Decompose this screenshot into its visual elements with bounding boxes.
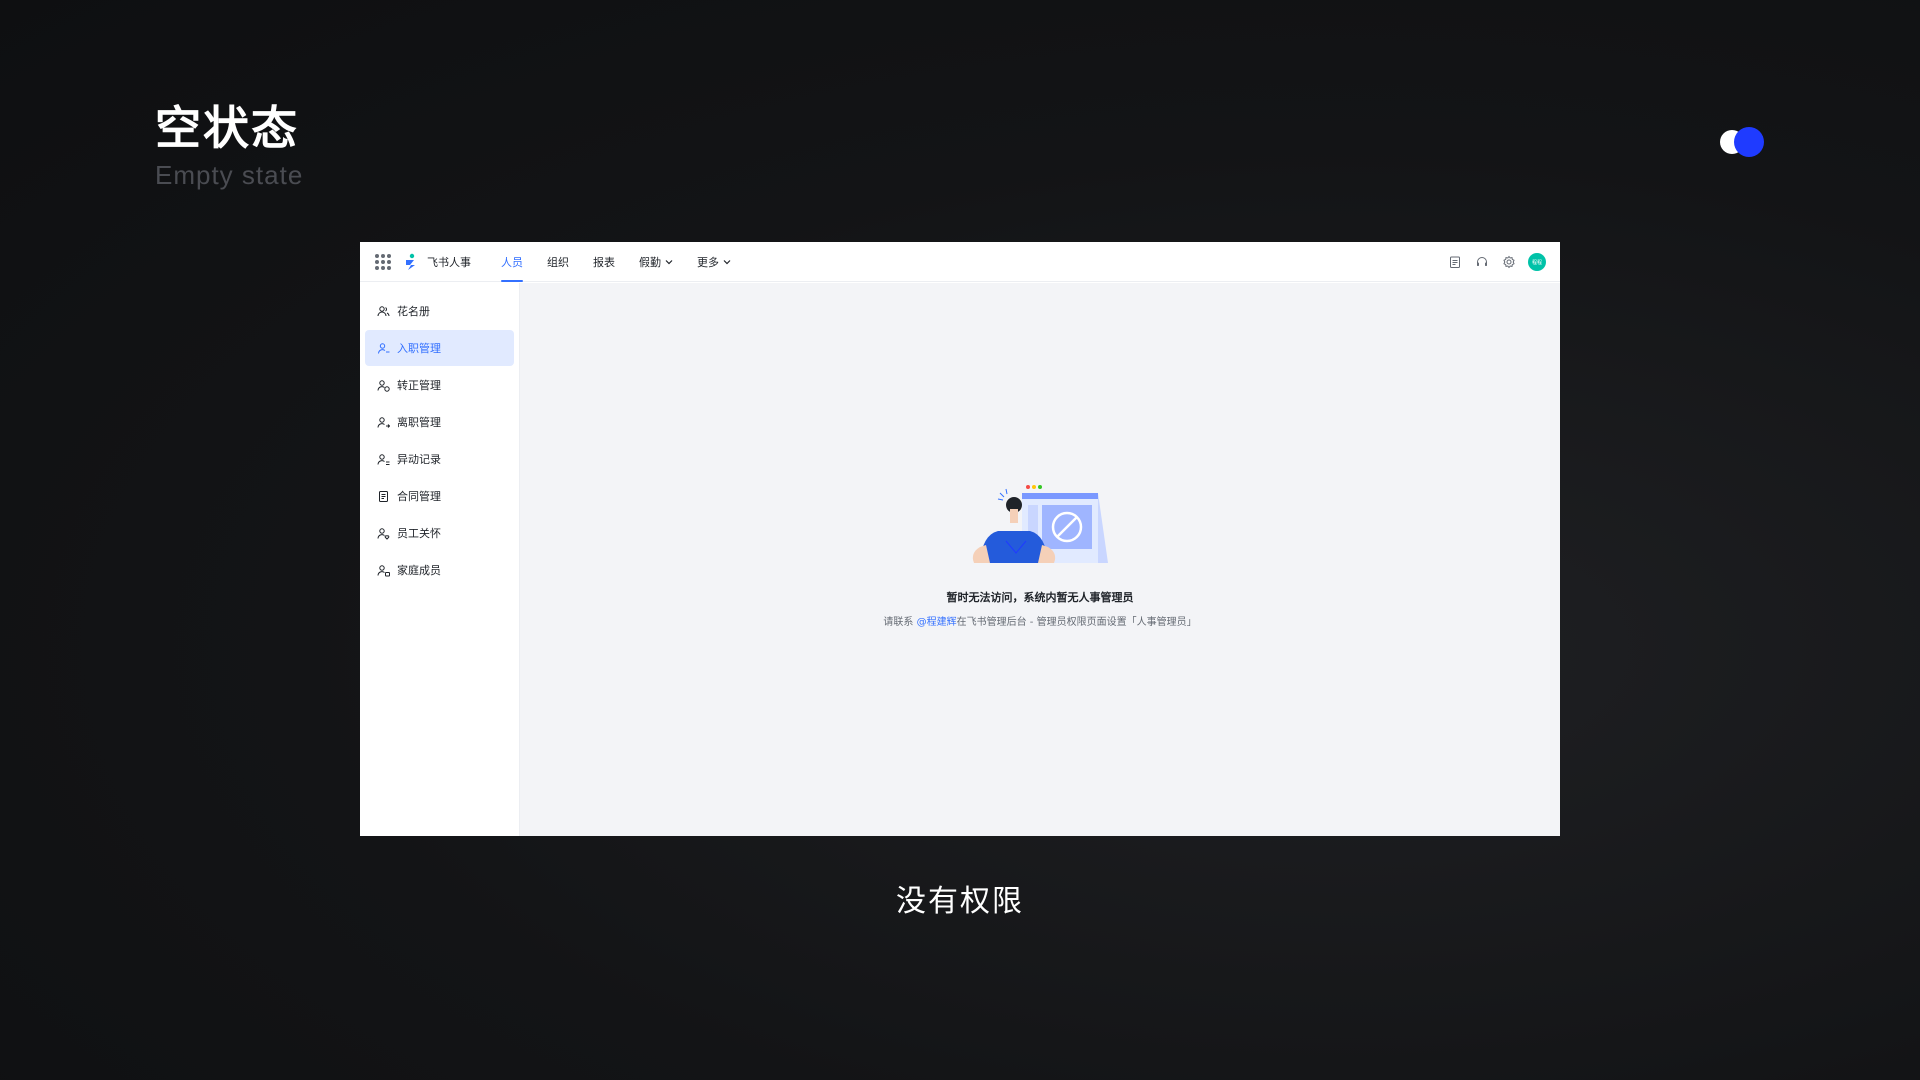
desc-suffix: 在飞书管理后台 - 管理员权限页面设置「人事管理员」: [956, 617, 1197, 628]
slide-subtitle: Empty state: [155, 160, 304, 190]
tab-organization[interactable]: 组织: [547, 242, 569, 282]
user-add-icon: [378, 342, 390, 354]
app-launcher-icon[interactable]: [375, 253, 391, 270]
gear-icon[interactable]: [1502, 255, 1516, 269]
chevron-down-icon: [723, 259, 731, 264]
tab-more[interactable]: 更多: [697, 242, 731, 282]
sidebar-item-label: 花名册: [397, 305, 430, 318]
tab-label: 组织: [547, 255, 569, 269]
chevron-down-icon: [665, 259, 673, 264]
empty-state: 暂时无法访问，系统内暂无人事管理员 请联系 @程建辉在飞书管理后台 - 管理员权…: [520, 483, 1560, 628]
tab-attendance[interactable]: 假勤: [639, 242, 673, 282]
user-leave-icon: [377, 416, 390, 428]
sidebar-item-label: 入职管理: [397, 342, 441, 355]
tab-label: 人员: [501, 255, 523, 269]
theme-toggle[interactable]: [1720, 127, 1766, 157]
toggle-knob-blue: [1734, 127, 1764, 157]
sidebar-item-employee-care[interactable]: 员工关怀: [365, 515, 514, 551]
tab-label: 假勤: [639, 255, 661, 269]
main-tabs: 人员 组织 报表 假勤 更多: [501, 242, 755, 282]
sidebar-item-label: 异动记录: [397, 453, 441, 466]
sidebar-item-family[interactable]: 家庭成员: [365, 552, 514, 588]
tab-label: 报表: [593, 255, 615, 269]
user-care-icon: [377, 527, 390, 540]
no-permission-illustration: [972, 485, 1108, 563]
users-icon: [377, 305, 390, 316]
top-nav-bar: 飞书人事 人员 组织 报表 假勤 更多 程程: [360, 242, 1560, 282]
desc-prefix: 请联系: [883, 617, 917, 628]
avatar[interactable]: 程程: [1528, 253, 1546, 271]
sidebar-item-label: 合同管理: [397, 490, 441, 503]
tab-label: 更多: [697, 255, 719, 269]
document-icon: [379, 490, 388, 502]
sidebar-item-label: 家庭成员: [397, 564, 441, 577]
sidebar-item-label: 转正管理: [397, 379, 441, 392]
app-name: 飞书人事: [427, 255, 471, 269]
user-transfer-icon: [377, 453, 390, 465]
empty-state-description: 请联系 @程建辉在飞书管理后台 - 管理员权限页面设置「人事管理员」: [520, 613, 1560, 628]
slide-caption: 没有权限: [896, 884, 1024, 919]
empty-state-title: 暂时无法访问，系统内暂无人事管理员: [946, 591, 1134, 604]
sidebar-item-regularization[interactable]: 转正管理: [365, 367, 514, 403]
tab-people[interactable]: 人员: [501, 242, 523, 282]
sidebar-item-label: 员工关怀: [397, 527, 441, 540]
admin-mention-link[interactable]: @程建辉: [917, 617, 957, 628]
slide-title: 空状态: [155, 101, 299, 155]
tab-reports[interactable]: 报表: [593, 242, 615, 282]
sidebar-item-contracts[interactable]: 合同管理: [365, 478, 514, 514]
main-content: 暂时无法访问，系统内暂无人事管理员 请联系 @程建辉在飞书管理后台 - 管理员权…: [520, 283, 1560, 836]
app-window: 飞书人事 人员 组织 报表 假勤 更多 程程 花名册 入职管理 转正管理 离职管…: [360, 242, 1560, 836]
clipboard-icon[interactable]: [1448, 255, 1462, 269]
sidebar-item-onboarding[interactable]: 入职管理: [365, 330, 514, 366]
feishu-people-logo-icon: [406, 253, 415, 270]
family-icon: [377, 564, 390, 576]
top-right-actions: 程程: [1435, 242, 1546, 282]
headset-icon[interactable]: [1475, 255, 1489, 269]
user-check-icon: [377, 379, 390, 392]
sidebar: 花名册 入职管理 转正管理 离职管理 异动记录 合同管理 员工关怀 家庭成员: [360, 283, 520, 836]
sidebar-item-roster[interactable]: 花名册: [365, 293, 514, 329]
sidebar-item-offboarding[interactable]: 离职管理: [365, 404, 514, 440]
sidebar-item-changes[interactable]: 异动记录: [365, 441, 514, 477]
sidebar-item-label: 离职管理: [397, 416, 441, 429]
